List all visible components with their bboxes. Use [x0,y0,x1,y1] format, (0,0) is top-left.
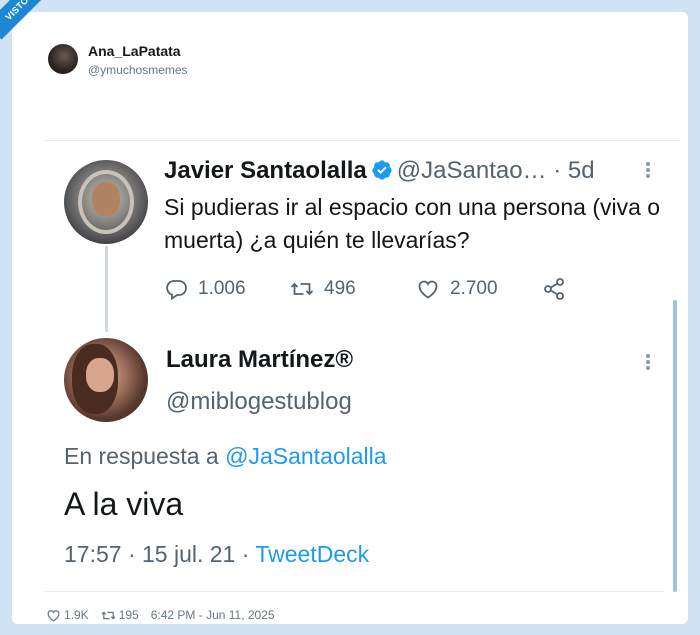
heart-icon [418,280,438,299]
divider [44,140,680,141]
tweet1-text: Si pudieras ir al espacio con una person… [164,194,661,253]
post-stats: 1.9K 195 6:42 PM - Jun 11, 2025 [46,608,287,622]
tweet2-handle[interactable]: @miblogestublog [166,388,352,416]
javier-avatar[interactable] [64,160,148,244]
reply-count: 1.006 [198,278,246,299]
tweet1-timestamp[interactable]: 5d [568,157,595,184]
post-timestamp[interactable]: 6:42 PM - Jun 11, 2025 [151,608,275,622]
separator-dot: · [553,157,562,184]
post-retweet-button[interactable]: 195 [101,608,139,623]
retweet-icon [101,610,116,620]
tweet2-author-name[interactable]: Laura Martínez® [166,346,353,374]
retweet-count: 496 [324,278,356,299]
reply-context: En respuesta a @JaSantaolalla [64,443,387,470]
laura-avatar[interactable] [64,338,148,422]
tweet2-meta: 17:57 · 15 jul. 21 · TweetDeck [64,541,369,568]
divider [44,591,664,592]
share-icon [544,278,564,300]
reply-mention-link[interactable]: @JaSantaolalla [225,443,386,469]
post-card: Ana_LaPatata @ymuchosmemes Javier Santao… [12,12,688,624]
heart-icon [47,609,60,622]
tweet1-actions: 1.006 496 2.700 [164,276,584,302]
reply-icon [166,280,187,301]
reply-prefix: En respuesta a [64,443,226,469]
avatar-face [86,358,114,392]
like-count: 2.700 [450,278,498,299]
tweet-screenshot: Javier Santaolalla @JaSantao… · 5d Si pud… [44,140,680,592]
page-frame: Ana_LaPatata @ymuchosmemes Javier Santao… [0,0,700,635]
tweet1-header: Javier Santaolalla @JaSantao… · 5d [164,157,595,185]
post-retweet-count: 195 [118,608,139,622]
like-button[interactable]: 2.700 [416,276,498,302]
share-button[interactable] [542,276,576,302]
tweet2-text: A la viva [64,486,184,522]
tweet2-datetime[interactable]: 17:57 · 15 jul. 21 · [64,541,255,567]
post-like-button[interactable]: 1.9K [46,608,89,623]
more-options-icon[interactable] [644,352,652,374]
scrollbar[interactable] [673,300,677,592]
more-options-icon[interactable] [644,160,652,182]
retweet-icon [290,282,314,296]
poster-handle[interactable]: @ymuchosmemes [88,63,188,77]
verified-badge-icon [372,160,392,180]
tweet1-author-name[interactable]: Javier Santaolalla [164,157,367,184]
thread-connector [105,246,108,332]
reply-button[interactable]: 1.006 [164,276,246,302]
post-like-count: 1.9K [64,608,89,622]
poster-name[interactable]: Ana_LaPatata [88,43,181,59]
tweet1-handle[interactable]: @JaSantao… [397,157,547,184]
retweet-button[interactable]: 496 [290,276,356,302]
avatar-face [92,182,120,216]
tweet2-source-link[interactable]: TweetDeck [255,541,369,567]
poster-avatar[interactable] [48,44,78,74]
